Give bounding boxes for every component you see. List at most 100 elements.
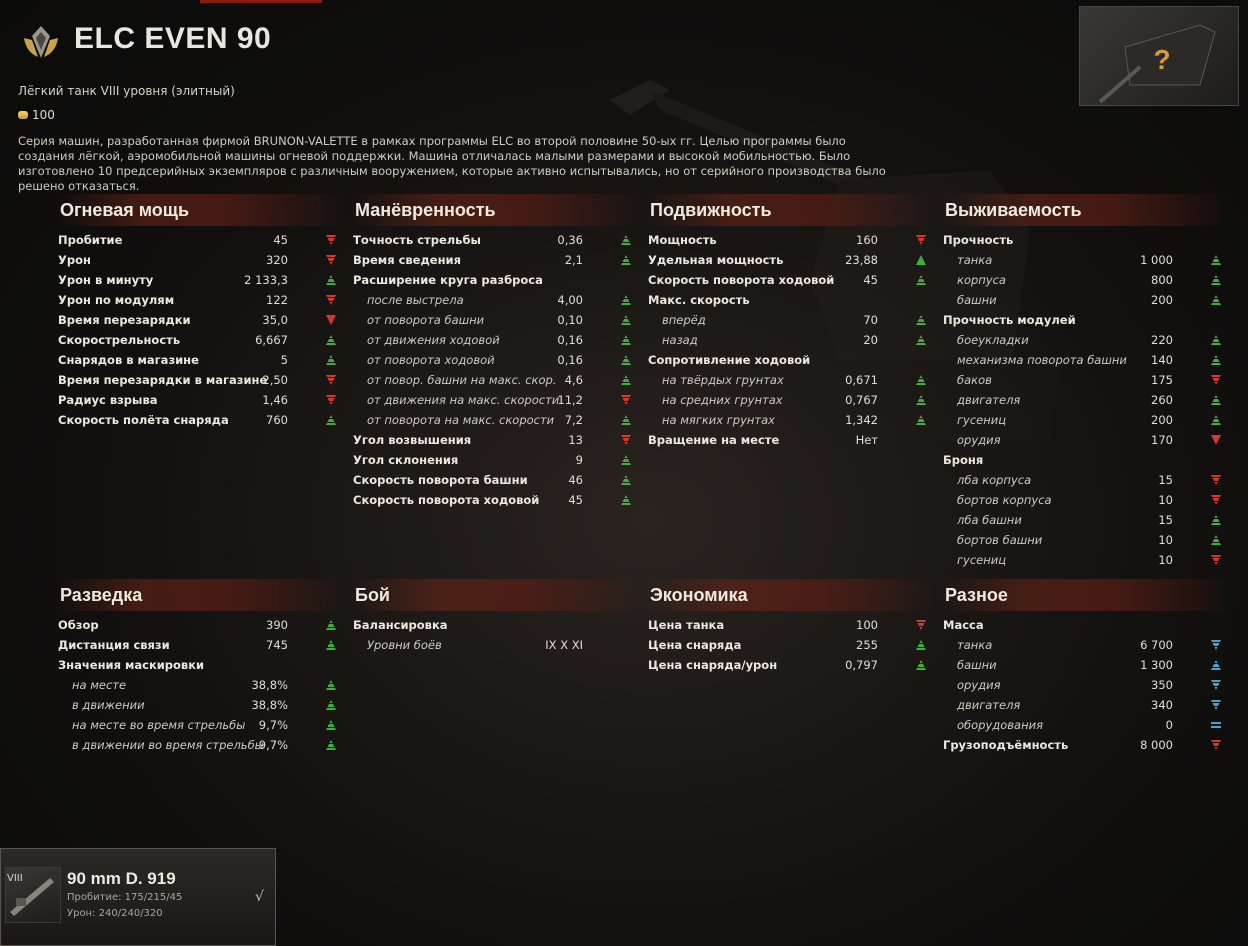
stat-change-up-icon <box>1211 515 1221 525</box>
section-header: Разное <box>941 579 1231 611</box>
stat-label: Скорость поворота ходовой <box>648 273 835 287</box>
stat-label: Скорострельность <box>58 333 181 347</box>
stat-row: на месте во время стрельбы 9,7% <box>56 715 346 735</box>
stat-row: Снарядов в магазине 5 <box>56 350 346 370</box>
stat-row: гусениц 10 <box>941 550 1231 570</box>
stat-label: Броня <box>943 453 984 467</box>
stat-value: 1,46 <box>262 393 288 407</box>
stat-value: 45 <box>863 273 878 287</box>
stat-row: Уровни боёв IX X XI <box>351 635 641 655</box>
stat-value: 0,10 <box>557 313 583 327</box>
stat-label: башни <box>957 293 997 307</box>
section-header: Подвижность <box>646 194 936 226</box>
svg-text:?: ? <box>1153 44 1170 75</box>
stat-row: двигателя 260 <box>941 390 1231 410</box>
section-title: Огневая мощь <box>60 199 190 220</box>
stat-label: Сопротивление ходовой <box>648 353 811 367</box>
stat-label: на твёрдых грунтах <box>662 373 784 387</box>
section-6: Экономика Цена танка 100 Цена снаряда 255 Цен… <box>646 579 936 675</box>
price: 100 <box>18 108 55 122</box>
stat-label: Прочность модулей <box>943 313 1076 327</box>
stat-label: на мягких грунтах <box>662 413 775 427</box>
stat-label: Урон <box>58 253 91 267</box>
stat-row: Урон по модулям 122 <box>56 290 346 310</box>
module-card[interactable]: VIII 90 mm D. 919 Пробитие: 175/215/45 У… <box>0 848 276 946</box>
stat-value: 9 <box>575 453 583 467</box>
installed-check-icon: √ <box>255 889 264 905</box>
stat-row: на месте 38,8% <box>56 675 346 695</box>
stat-row: Цена танка 100 <box>646 615 936 635</box>
stat-value: 2,50 <box>262 373 288 387</box>
stat-change-up-icon <box>1211 535 1221 545</box>
stat-change-down-icon <box>621 435 631 445</box>
stat-row: на твёрдых грунтах 0,671 <box>646 370 936 390</box>
stat-value: Нет <box>855 433 878 447</box>
stat-value: 0 <box>1165 718 1173 732</box>
stat-value: 0,16 <box>557 333 583 347</box>
stat-row: Цена снаряда 255 <box>646 635 936 655</box>
stat-row: Время сведения 2,1 <box>351 250 641 270</box>
stat-change-down-icon <box>326 375 336 385</box>
stat-label: лба башни <box>957 513 1022 527</box>
stat-change-up-icon <box>621 415 631 425</box>
stat-change-down-icon <box>1211 700 1221 710</box>
stat-change-up-icon <box>621 355 631 365</box>
stat-label: бортов корпуса <box>957 493 1052 507</box>
stat-row: орудия 170 <box>941 430 1231 450</box>
stat-change-down-icon <box>326 235 336 245</box>
stat-label: боеукладки <box>957 333 1029 347</box>
section-header: Экономика <box>646 579 936 611</box>
stat-label: Грузоподъёмность <box>943 738 1069 752</box>
stat-row: на мягких грунтах 1,342 <box>646 410 936 430</box>
stat-value: 45 <box>568 493 583 507</box>
stat-row: Удельная мощность 23,88 <box>646 250 936 270</box>
stat-change-up-icon <box>916 375 926 385</box>
stat-change-up-icon <box>326 415 336 425</box>
stat-value: 1,342 <box>845 413 878 427</box>
stat-row: Скорость поворота ходовой 45 <box>351 490 641 510</box>
stat-row: Время перезарядки в магазине 2,50 <box>56 370 346 390</box>
stat-row: Вращение на месте Нет <box>646 430 936 450</box>
stat-value: 15 <box>1158 473 1173 487</box>
stat-change-up-icon <box>1211 355 1221 365</box>
stat-row: Масса <box>941 615 1231 635</box>
stat-value: 8 000 <box>1140 738 1173 752</box>
section-title: Бой <box>355 584 390 605</box>
stat-value: 46 <box>568 473 583 487</box>
stat-value: 13 <box>568 433 583 447</box>
stat-label: Угол склонения <box>353 453 459 467</box>
stat-change-up-icon <box>326 640 336 650</box>
stat-label: Значения маскировки <box>58 658 205 672</box>
stat-value: 200 <box>1151 293 1173 307</box>
stat-change-up-icon <box>326 680 336 690</box>
section-0: Огневая мощь Пробитие 45 Урон 320 Урон в мину… <box>56 194 346 430</box>
stat-row: башни 200 <box>941 290 1231 310</box>
stat-row: лба корпуса 15 <box>941 470 1231 490</box>
stat-label: Цена снаряда <box>648 638 742 652</box>
stat-label: Время сведения <box>353 253 461 267</box>
stat-value: 340 <box>1151 698 1173 712</box>
stat-value: 38,8% <box>251 678 288 692</box>
stat-row: Скорость поворота ходовой 45 <box>646 270 936 290</box>
stat-change-up-icon <box>1211 660 1221 670</box>
stat-change-down-icon <box>1211 555 1221 565</box>
stat-value: 15 <box>1158 513 1173 527</box>
stat-change-up-icon <box>916 315 926 325</box>
stat-label: назад <box>662 333 698 347</box>
stat-label: Снарядов в магазине <box>58 353 199 367</box>
stat-row: боеукладки 220 <box>941 330 1231 350</box>
stat-row: бортов башни 10 <box>941 530 1231 550</box>
stat-label: Скорость полёта снаряда <box>58 413 229 427</box>
stat-label: Точность стрельбы <box>353 233 481 247</box>
stat-change-up-icon <box>1211 415 1221 425</box>
stat-row: Урон 320 <box>56 250 346 270</box>
section-title: Разное <box>945 584 1008 605</box>
stat-label: механизма поворота башни <box>957 353 1127 367</box>
stat-value: 260 <box>1151 393 1173 407</box>
stat-value: 5 <box>280 353 288 367</box>
stat-value: 11,2 <box>557 393 583 407</box>
stat-label: Прочность <box>943 233 1014 247</box>
stat-row: лба башни 15 <box>941 510 1231 530</box>
stat-row: Угол склонения 9 <box>351 450 641 470</box>
stat-change-up-icon <box>326 275 336 285</box>
